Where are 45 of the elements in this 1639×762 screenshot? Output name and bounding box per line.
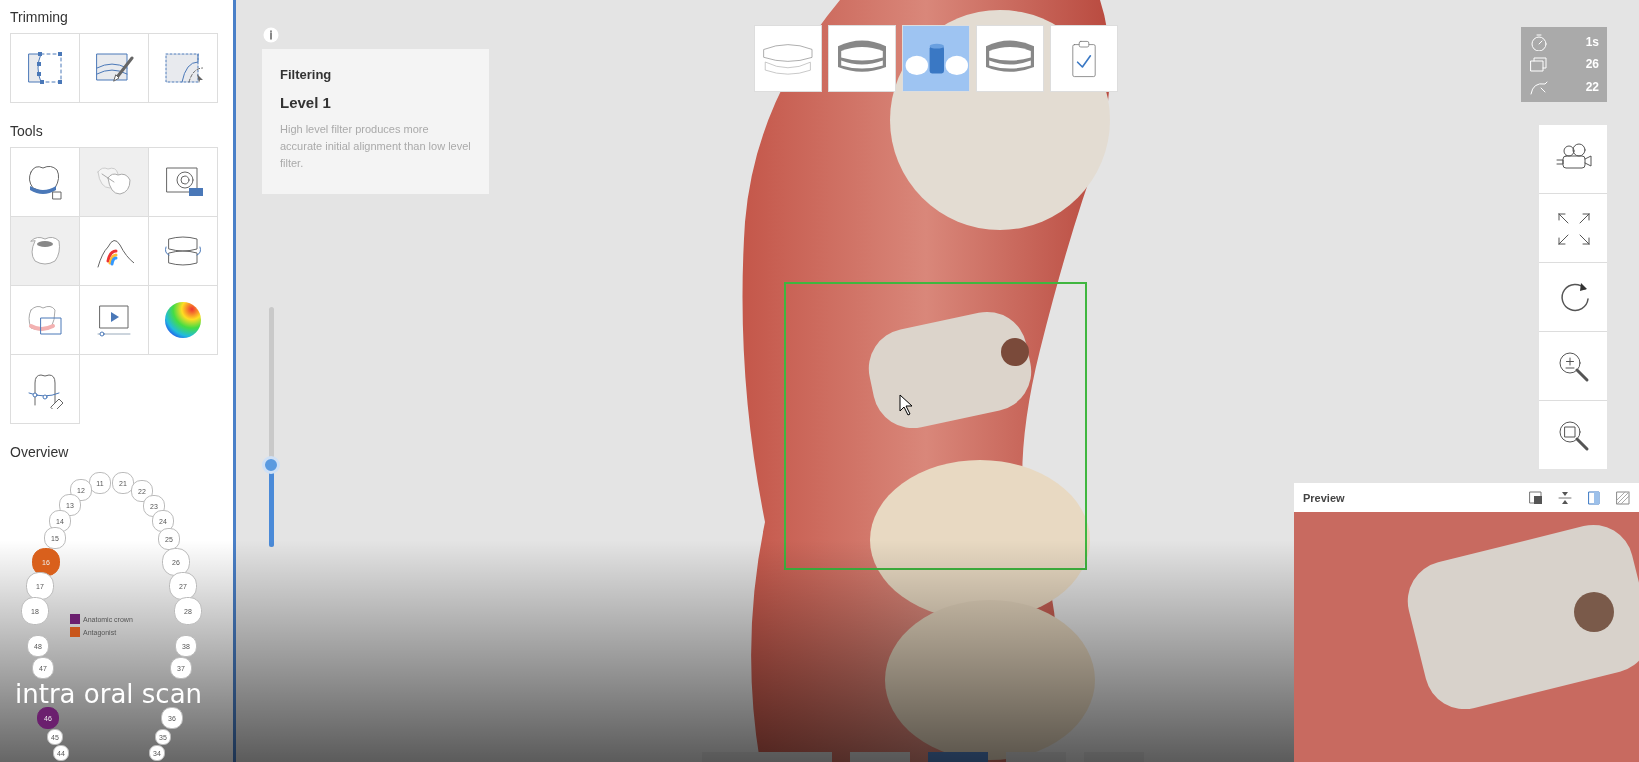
workflow-step-button[interactable] bbox=[828, 25, 896, 92]
tool-button[interactable] bbox=[80, 217, 149, 286]
tool-button[interactable] bbox=[80, 286, 149, 355]
section-title: Tools bbox=[10, 123, 44, 139]
level-label: Level 1 bbox=[280, 94, 332, 111]
preview-option-button[interactable] bbox=[1586, 489, 1602, 506]
tool-button[interactable] bbox=[11, 286, 80, 355]
hatched-square-icon bbox=[1615, 489, 1631, 506]
section-title: Trimming bbox=[10, 9, 69, 25]
tool-button[interactable] bbox=[149, 148, 218, 217]
window-layout-icon bbox=[1528, 489, 1544, 506]
view-tool-button[interactable] bbox=[1539, 125, 1607, 193]
layers-icon bbox=[1529, 55, 1549, 74]
stat-value: 1s bbox=[1585, 35, 1599, 50]
preview-option-button[interactable] bbox=[1528, 489, 1544, 506]
stopwatch-icon bbox=[1529, 33, 1549, 52]
view-tool-button[interactable] bbox=[1539, 401, 1607, 469]
card-description: High level filter produces more accurate initial alignment than low level filter. bbox=[280, 122, 471, 171]
workflow-step-button[interactable] bbox=[1050, 25, 1118, 92]
tool-button[interactable] bbox=[149, 217, 218, 286]
tool-button[interactable] bbox=[149, 286, 218, 355]
preview-option-button[interactable] bbox=[1557, 489, 1573, 506]
info-glyph-icon bbox=[263, 27, 279, 43]
stat-value: 26 bbox=[1585, 57, 1599, 72]
card-title: Filtering bbox=[280, 67, 333, 82]
align-center-icon bbox=[1557, 489, 1573, 506]
view-tool-button[interactable] bbox=[1539, 194, 1607, 262]
split-view-icon bbox=[1586, 489, 1602, 506]
video-caption: intra oral scan bbox=[15, 680, 203, 708]
tool-button[interactable] bbox=[11, 217, 80, 286]
tool-button[interactable] bbox=[11, 355, 80, 424]
tool-button[interactable] bbox=[11, 148, 80, 217]
stat-value: 22 bbox=[1585, 79, 1599, 94]
view-tool-button[interactable] bbox=[1539, 263, 1607, 331]
preview-title: Preview bbox=[1303, 491, 1346, 504]
view-tool-button[interactable] bbox=[1539, 332, 1607, 400]
workflow-step-button[interactable] bbox=[902, 25, 970, 92]
preview-option-button[interactable] bbox=[1615, 489, 1631, 506]
section-title: Overview bbox=[10, 444, 70, 460]
tool-button[interactable] bbox=[11, 34, 80, 103]
tool-button[interactable] bbox=[149, 34, 218, 103]
color-sphere-icon bbox=[163, 300, 203, 340]
workflow-step-button[interactable] bbox=[976, 25, 1044, 92]
slider-thumb[interactable] bbox=[262, 456, 280, 475]
tool-button[interactable] bbox=[80, 34, 149, 103]
